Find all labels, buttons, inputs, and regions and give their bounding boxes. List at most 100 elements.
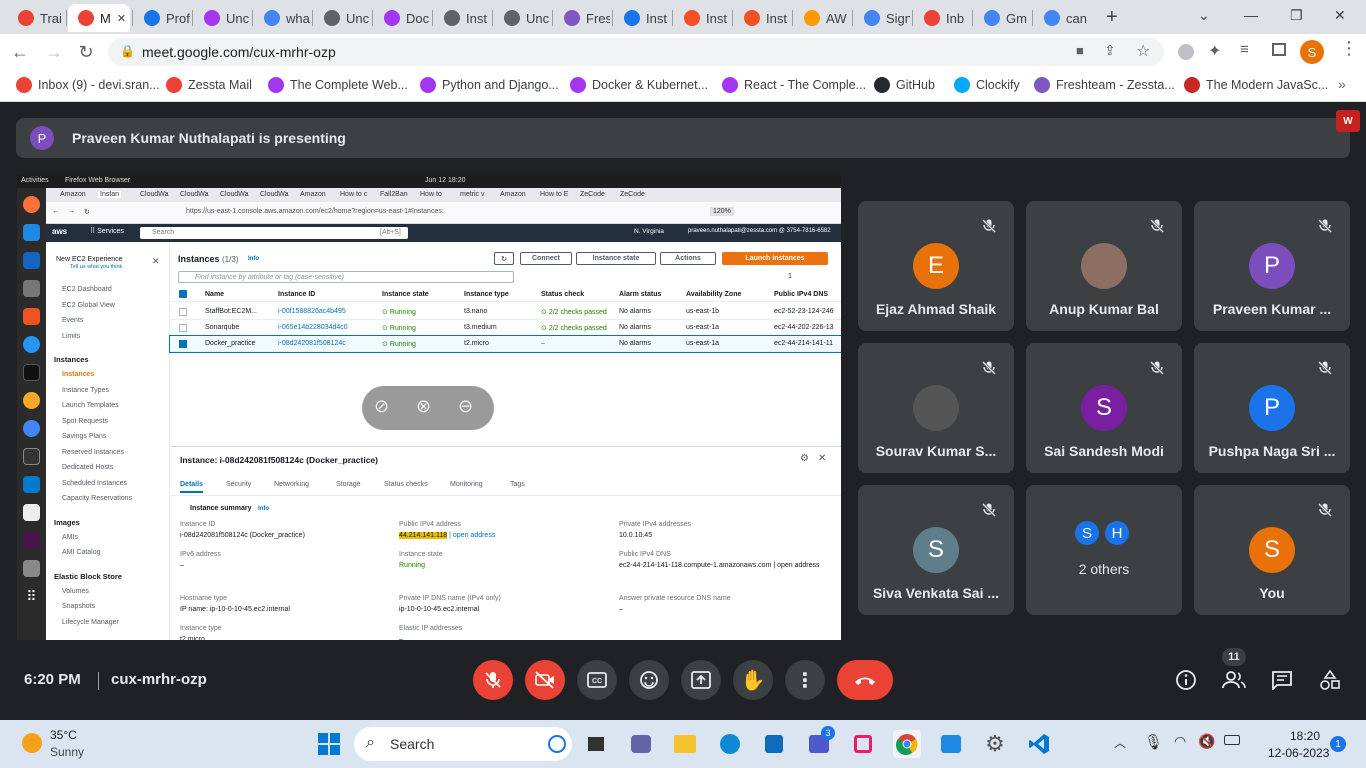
services-menu[interactable]: ⠿ Services bbox=[90, 227, 124, 235]
launch-instances-button[interactable]: Launch instances bbox=[722, 252, 828, 265]
share-icon[interactable]: ⇪ bbox=[1104, 42, 1116, 59]
ff-url[interactable]: https://us-east-1.console.aws.amazon.com… bbox=[186, 208, 444, 215]
bookmark-item[interactable]: Docker & Kubernet... bbox=[570, 77, 708, 93]
ff-tab[interactable]: Amazon bbox=[58, 191, 88, 198]
table-cell[interactable]: i-065e14b228034d4c0 bbox=[278, 324, 348, 331]
participant-tile[interactable]: S Siva Venkata Sai ... bbox=[858, 485, 1014, 615]
bookmark-item[interactable]: React - The Comple... bbox=[722, 77, 866, 93]
refresh-button[interactable]: ↻ bbox=[494, 252, 514, 265]
taskbar-time[interactable]: 18:20 bbox=[1290, 729, 1320, 743]
info-link[interactable]: Info bbox=[248, 256, 259, 262]
photos-icon[interactable] bbox=[937, 730, 965, 758]
ff-reload-icon[interactable]: ↻ bbox=[84, 208, 90, 216]
sidebar-item[interactable]: Snapshots bbox=[62, 603, 95, 610]
table-cell[interactable]: i-08d242081f508124c bbox=[278, 340, 346, 347]
browser-tab[interactable]: can bbox=[1034, 4, 1090, 32]
new-ec2-experience-label[interactable]: New EC2 Experience bbox=[56, 256, 123, 263]
open-address-link[interactable]: | open address bbox=[449, 532, 495, 539]
ff-back-icon[interactable]: ← bbox=[52, 208, 59, 215]
taskbar-search[interactable]: ⌕ Search bbox=[354, 727, 572, 761]
weather-desc[interactable]: Sunny bbox=[50, 745, 84, 759]
sidebar-item[interactable]: AMIs bbox=[62, 534, 78, 541]
column-header[interactable]: Status check bbox=[541, 291, 584, 298]
column-header[interactable]: Name bbox=[205, 291, 224, 298]
column-header[interactable]: Public IPv4 DNS bbox=[774, 291, 828, 298]
browser-tab[interactable]: Gm bbox=[974, 4, 1030, 32]
sidebar-item[interactable]: AMI Catalog bbox=[62, 549, 101, 556]
detail-tab[interactable]: Monitoring bbox=[450, 481, 483, 491]
participant-tile[interactable]: P Pushpa Naga Sri ... bbox=[1194, 343, 1350, 473]
mic-toggle-button[interactable] bbox=[473, 660, 513, 700]
browser-tab[interactable]: Trai bbox=[8, 4, 64, 32]
browser-tab[interactable]: Unc bbox=[494, 4, 550, 32]
teams-chat-icon[interactable] bbox=[627, 730, 655, 758]
writer-icon[interactable] bbox=[23, 252, 40, 269]
table-row[interactable]: Docker_practice i-08d242081f508124c ⊙ Runn… bbox=[169, 335, 841, 353]
vscode-taskbar-icon[interactable] bbox=[1025, 730, 1053, 758]
instance-filter-input[interactable]: Find instance by attribute or tag (case-… bbox=[178, 271, 514, 283]
rhythmbox-icon[interactable] bbox=[23, 392, 40, 409]
row-checkbox[interactable] bbox=[179, 308, 187, 316]
browser-tab[interactable]: Doc bbox=[374, 4, 430, 32]
camera-icon[interactable]: ■ bbox=[1076, 43, 1084, 58]
sidebar-item[interactable]: Instances bbox=[62, 371, 94, 378]
participant-tile[interactable]: Anup Kumar Bal bbox=[1026, 201, 1182, 331]
wifi-icon[interactable]: ◠ bbox=[1174, 733, 1186, 750]
row-checkbox[interactable] bbox=[179, 324, 187, 332]
thunderbird-icon[interactable] bbox=[23, 224, 40, 241]
ff-tab[interactable]: How to bbox=[418, 191, 444, 198]
page-number[interactable]: 1 bbox=[788, 273, 792, 280]
bookmark-item[interactable]: The Complete Web... bbox=[268, 77, 408, 93]
browser-tab[interactable]: Fres bbox=[554, 4, 610, 32]
column-header[interactable]: Instance state bbox=[382, 291, 429, 298]
detail-tab[interactable]: Networking bbox=[274, 481, 309, 491]
sidebar-section-title[interactable]: Images bbox=[54, 518, 80, 527]
more-options-button[interactable]: ⋮ bbox=[785, 660, 825, 700]
sidebar-item[interactable]: EC2 Global View bbox=[62, 302, 115, 309]
participant-tile[interactable]: E Ejaz Ahmad Shaik bbox=[858, 201, 1014, 331]
sidebar-item[interactable]: Volumes bbox=[62, 588, 89, 595]
participant-tile[interactable]: P Praveen Kumar ... bbox=[1194, 201, 1350, 331]
media-queue-icon[interactable]: ≡ bbox=[1240, 41, 1249, 58]
browser-tab[interactable]: Sign bbox=[854, 4, 910, 32]
detail-tab[interactable]: Details bbox=[180, 481, 203, 493]
people-button[interactable]: 11 bbox=[1220, 648, 1248, 694]
ff-tab[interactable]: Fall2Ban bbox=[378, 191, 410, 198]
notification-badge[interactable]: 1 bbox=[1330, 736, 1346, 752]
browser-tab[interactable]: M ✕ bbox=[68, 4, 130, 32]
table-row[interactable]: StaffBot:EC2M... i-00f1588826ac4b495 ⊙ Run… bbox=[170, 304, 841, 320]
sidebar-item[interactable]: Savings Plans bbox=[62, 433, 106, 440]
connect-button[interactable]: Connect bbox=[520, 252, 572, 265]
sidebar-section-title[interactable]: Instances bbox=[54, 355, 89, 364]
slack-icon[interactable] bbox=[23, 532, 40, 549]
ff-tab[interactable]: metric v bbox=[458, 191, 487, 198]
ff-tab[interactable]: CloudWa bbox=[138, 191, 171, 198]
ff-tab[interactable]: How to c bbox=[338, 191, 369, 198]
sidebar-item[interactable]: Instance Types bbox=[62, 387, 109, 394]
restore-window-icon[interactable]: ❐ bbox=[1290, 7, 1303, 24]
browser-tab[interactable]: Inb bbox=[914, 4, 970, 32]
browser-tab[interactable]: Inst bbox=[434, 4, 490, 32]
detail-tab[interactable]: Security bbox=[226, 481, 251, 491]
file-explorer-icon[interactable] bbox=[671, 730, 699, 758]
chrome-taskbar-icon[interactable] bbox=[893, 730, 921, 758]
column-header[interactable]: Availability Zone bbox=[686, 291, 741, 298]
battery-icon[interactable] bbox=[1224, 735, 1240, 745]
chevron-up-icon[interactable]: ︿ bbox=[1114, 734, 1126, 751]
address-bar[interactable]: 🔒 meet.google.com/cux-mrhr-ozp ■ ⇪ ☆ bbox=[108, 38, 1164, 66]
bookmark-item[interactable]: Inbox (9) - devi.sran... bbox=[16, 77, 160, 93]
actions-dropdown[interactable]: Actions bbox=[660, 252, 716, 265]
extensions-puzzle-icon[interactable]: ✦ bbox=[1208, 41, 1221, 61]
bookmark-item[interactable]: The Modern JavaSc... bbox=[1184, 77, 1328, 93]
detail-tab[interactable]: Storage bbox=[336, 481, 361, 491]
back-icon[interactable]: ← bbox=[8, 40, 32, 64]
aws-region[interactable]: N. Virginia bbox=[634, 228, 664, 235]
participant-tile[interactable]: Sourav Kumar S... bbox=[858, 343, 1014, 473]
browser-tab[interactable]: Prof bbox=[134, 4, 190, 32]
sidebar-item[interactable]: EC2 Dashboard bbox=[62, 286, 112, 293]
sidebar-item[interactable]: Events bbox=[62, 317, 83, 324]
bookmark-item[interactable]: Clockify bbox=[954, 77, 1020, 93]
sidebar-section-title[interactable]: Elastic Block Store bbox=[54, 572, 122, 581]
microphone-icon[interactable]: 🎙 bbox=[1144, 733, 1163, 751]
volume-off-icon[interactable]: ⊗ bbox=[416, 396, 431, 417]
